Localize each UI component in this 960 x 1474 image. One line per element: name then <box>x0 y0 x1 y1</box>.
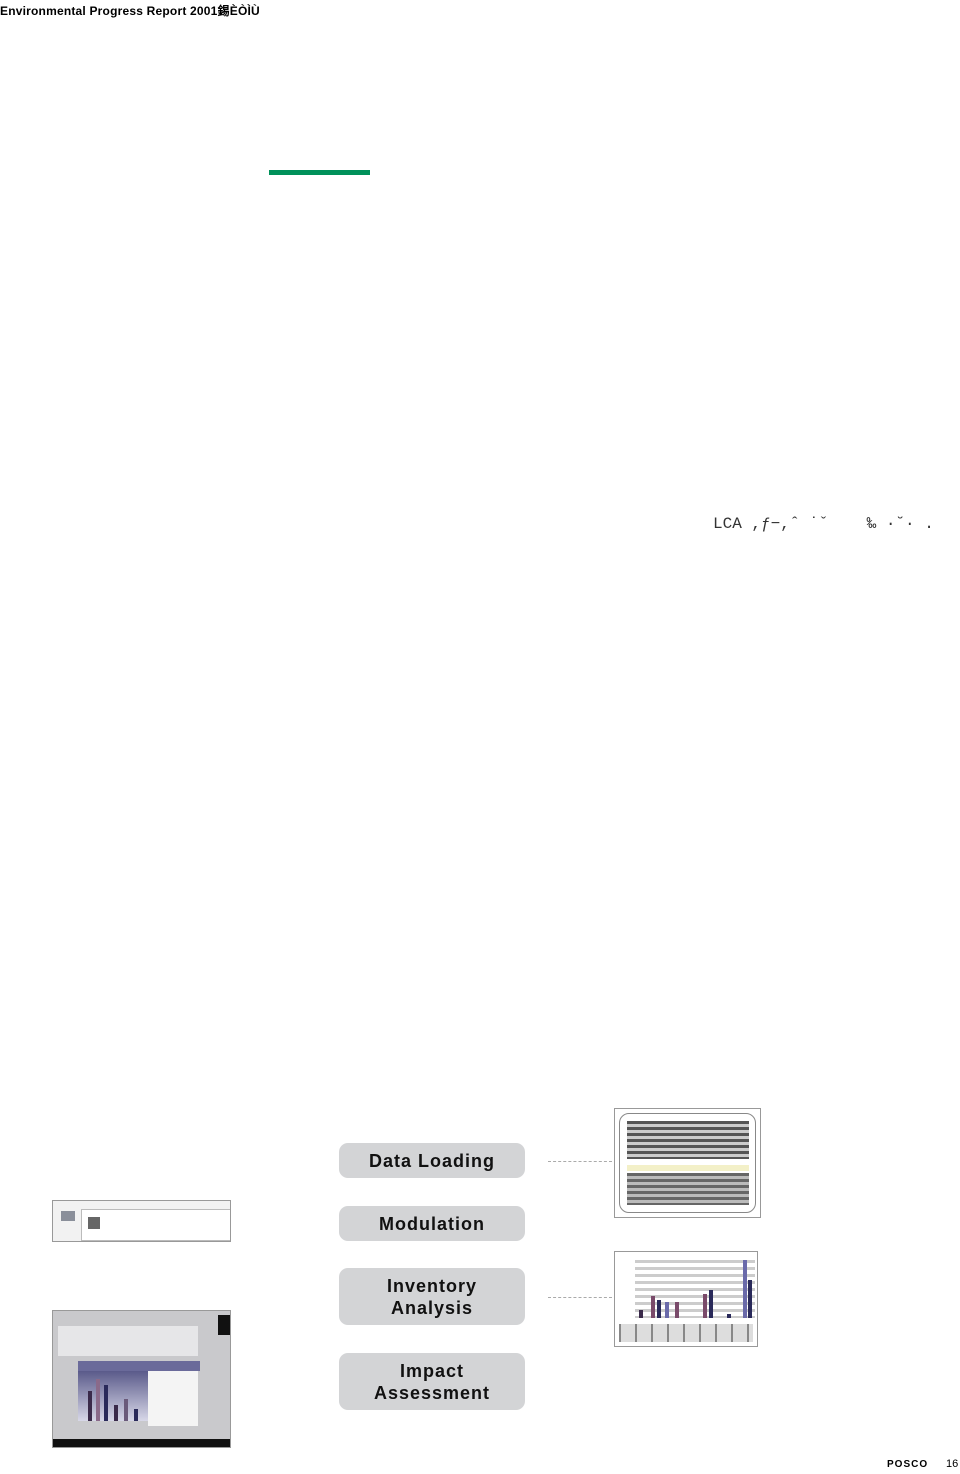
footer-brand: POSCO <box>887 1459 929 1470</box>
step-inventory-analysis: Inventory Analysis <box>339 1268 525 1325</box>
document-page: Environmental Progress Report 2001錫ÈÒÌÙ … <box>0 0 960 1474</box>
step-modulation: Modulation <box>339 1206 525 1241</box>
data-table-screenshot <box>614 1108 761 1218</box>
header-garbled-text: 錫ÈÒÌÙ <box>217 4 260 18</box>
copy-icon <box>88 1217 100 1229</box>
connector-line <box>548 1161 612 1162</box>
running-header: Environmental Progress Report 2001錫ÈÒÌÙ <box>0 2 260 19</box>
header-title: Environmental Progress Report 2001 <box>0 4 218 18</box>
step-impact-assessment: Impact Assessment <box>339 1353 525 1410</box>
section-accent-bar <box>269 170 370 175</box>
software-toolbar-screenshot <box>52 1200 231 1242</box>
connector-line <box>548 1297 612 1298</box>
software-main-screenshot <box>52 1310 231 1448</box>
body-text: LCA ,ƒ−,ˆ ˙ˇ ‰ ·˘· . <box>713 515 934 533</box>
inventory-chart-screenshot <box>614 1251 758 1347</box>
window-icon <box>61 1211 75 1221</box>
page-number: 16 <box>946 1458 959 1470</box>
step-data-loading: Data Loading <box>339 1143 525 1178</box>
